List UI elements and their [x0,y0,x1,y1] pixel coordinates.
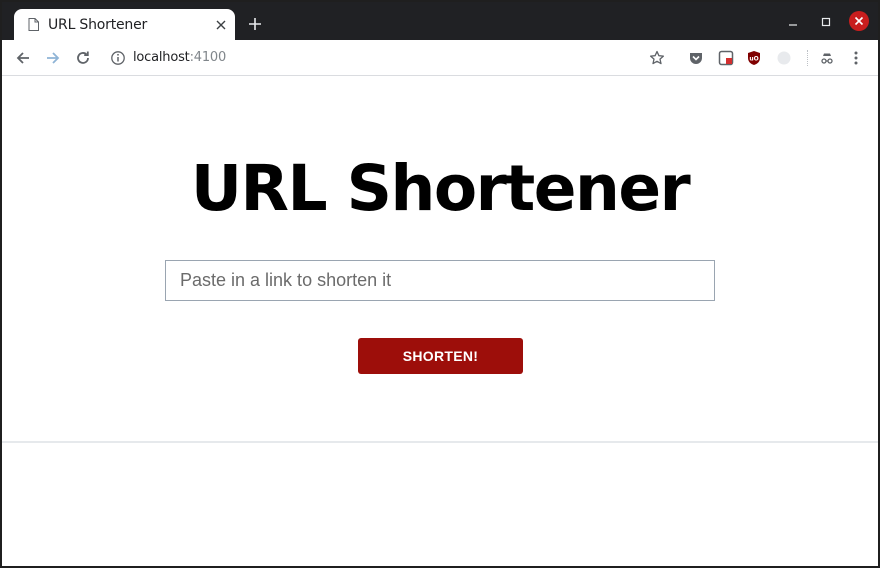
tab-url-shortener[interactable]: URL Shortener [14,9,235,40]
info-icon[interactable] [110,50,126,66]
link-input[interactable] [165,260,715,301]
star-icon[interactable] [648,49,666,67]
reload-icon[interactable] [73,48,93,68]
document-icon [28,18,39,31]
arrow-right-icon[interactable] [43,48,63,68]
arrow-left-icon[interactable] [13,48,33,68]
address-bar[interactable]: localhost:4100 [133,50,226,65]
extension-icon[interactable] [717,49,735,67]
toolbar-separator [807,50,808,66]
kebab-menu-icon[interactable] [847,49,865,67]
moon-icon[interactable] [775,49,793,67]
ublock-icon[interactable]: uO [745,49,763,67]
incognito-icon[interactable] [818,49,836,67]
pocket-icon[interactable] [687,49,705,67]
maximize-icon[interactable] [817,13,835,31]
divider [2,441,878,443]
shorten-button[interactable]: SHORTEN! [358,338,523,374]
close-icon[interactable] [849,11,869,31]
browser-window: URL Shortener localhost:4100 uO URL Shor… [2,2,878,566]
plus-icon[interactable] [246,15,264,33]
url-port: :4100 [189,50,227,65]
page-content: URL Shortener SHORTEN! [2,77,878,566]
tab-strip: URL Shortener [2,2,878,40]
url-host: localhost [133,50,190,65]
minimize-icon[interactable] [784,13,802,31]
close-icon[interactable] [213,17,229,33]
browser-toolbar: localhost:4100 uO [2,40,878,76]
tab-title: URL Shortener [48,17,148,33]
page-title: URL Shortener [190,152,691,225]
svg-text:uO: uO [749,56,758,63]
